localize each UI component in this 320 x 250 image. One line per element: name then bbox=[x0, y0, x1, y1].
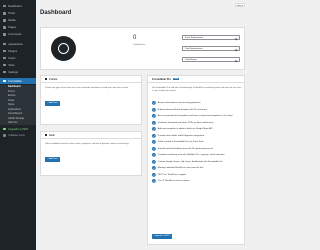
forms-card: Forms Create any type of form from one o… bbox=[40, 75, 142, 125]
media-icon bbox=[3, 19, 6, 22]
sidebar-subitem-add-ons[interactable]: Add-Ons bbox=[0, 120, 36, 125]
check-circle-icon bbox=[152, 140, 156, 145]
pro-feature-text: Smooth and fast-loading forms with Pro p… bbox=[157, 147, 214, 150]
check-circle-icon bbox=[152, 172, 156, 177]
sidebar-item-pages[interactable]: Pages bbox=[0, 25, 36, 31]
sidebar-item-label: Formidable bbox=[8, 79, 22, 83]
sidebar-item-users[interactable]: Users bbox=[0, 55, 36, 61]
check-circle-icon bbox=[152, 120, 156, 125]
check-circle-icon bbox=[152, 133, 156, 138]
sidebar-item-label: Tools bbox=[8, 63, 15, 67]
sidebar-item-label: Media bbox=[8, 19, 16, 22]
stats-select-2[interactable]: Total Submissions bbox=[182, 46, 240, 51]
pro-feature-list: Accept subscriptions and recurring payme… bbox=[152, 100, 244, 185]
check-circle-icon bbox=[152, 179, 156, 184]
pro-card-intro: Get Formidable Pro and take full advanta… bbox=[152, 87, 242, 93]
collapse-menu-button[interactable]: Collapse menu bbox=[0, 133, 36, 138]
stats-card: 0 Total Entries Form Submissions Total S… bbox=[40, 27, 245, 70]
check-circle-icon bbox=[152, 107, 156, 112]
sidebar-item-label: Plugins bbox=[8, 49, 18, 53]
pro-feature-text: Manage unlimited WordPress sites from th… bbox=[157, 167, 204, 170]
pro-feature-text: Access premade form templates and some c… bbox=[157, 115, 233, 118]
pro-feature-text: Add auto-complete to address fields via … bbox=[157, 128, 213, 131]
check-circle-icon bbox=[152, 127, 156, 132]
pro-feature-text: Submit enhanced Form Samples with Pro an… bbox=[157, 108, 207, 111]
forms-card-header: Forms bbox=[41, 76, 141, 83]
check-circle-icon bbox=[152, 114, 156, 119]
sidebar-item-comments[interactable]: Comments bbox=[0, 32, 36, 38]
settings-icon bbox=[3, 70, 6, 74]
pro-feature-text: Premium form fields: add E-Signature int… bbox=[157, 134, 205, 137]
sidebar-item-label: Dashboard bbox=[8, 4, 22, 8]
sidebar-item-upgrade[interactable]: Upgrade to PRO bbox=[0, 126, 36, 132]
check-circle-icon bbox=[152, 101, 156, 106]
sidebar-item-label: Users bbox=[8, 56, 16, 60]
sidebar-item-label: Posts bbox=[8, 12, 16, 15]
formidable-icon bbox=[3, 79, 6, 83]
admin-sidebar: Dashboard Posts Media Pages Comments Appearan… bbox=[0, 0, 36, 250]
pro-card-header: Formidable Pro PRO bbox=[148, 76, 244, 83]
sidebar-item-dashboard[interactable]: Dashboard bbox=[0, 3, 36, 9]
stats-select-1[interactable]: Form Submissions bbox=[182, 35, 240, 40]
pro-feature-item: The #1 WordPress forms solution bbox=[152, 178, 244, 185]
pro-badge: PRO bbox=[173, 77, 179, 81]
hub-card-title: Hub bbox=[49, 133, 55, 137]
pro-feature-text: Complete marketing suite with HubSpot Pr… bbox=[157, 154, 225, 157]
pro-card: Formidable Pro PRO Get Formidable Pro an… bbox=[147, 75, 245, 245]
sidebar-item-posts[interactable]: Posts bbox=[0, 11, 36, 17]
page-title: Dashboard bbox=[40, 10, 72, 16]
pro-feature-text: Accept subscriptions and recurring payme… bbox=[157, 102, 201, 105]
check-circle-icon bbox=[152, 153, 156, 158]
forms-card-description: Create any type of form from one of our … bbox=[45, 87, 129, 89]
sidebar-item-plugins[interactable]: Plugins bbox=[0, 48, 36, 54]
help-tab[interactable]: Help ▾ bbox=[235, 3, 245, 7]
sidebar-item-label: Pages bbox=[8, 26, 16, 29]
collapse-label: Collapse menu bbox=[8, 134, 25, 137]
upgrade-to-pro-button[interactable]: Upgrade to PRO bbox=[152, 234, 173, 239]
hub-card: Hub Unlock additional tools for online s… bbox=[40, 131, 142, 176]
hub-icon bbox=[45, 133, 48, 137]
forms-icon bbox=[45, 77, 48, 81]
hub-card-description: Unlock additional tools for online sales… bbox=[45, 143, 130, 145]
pro-card-title: Formidable Pro bbox=[152, 77, 172, 81]
stats-number: 0 bbox=[133, 35, 137, 41]
check-circle-icon bbox=[152, 166, 156, 171]
sidebar-item-label: Upgrade to PRO bbox=[8, 127, 29, 131]
pro-feature-text: Distribute, download and share PDFs on f… bbox=[157, 121, 214, 124]
sidebar-item-settings[interactable]: Settings bbox=[0, 69, 36, 75]
pro-feature-text: 24/7 Pro+ WordPress support bbox=[157, 173, 187, 176]
pro-feature-text: Custom Google Gsuite: add charts, dashbo… bbox=[157, 160, 223, 163]
dashboard-icon bbox=[3, 4, 6, 8]
sidebar-item-tools[interactable]: Tools bbox=[0, 62, 36, 68]
tools-icon bbox=[3, 63, 6, 67]
add-new-form-button[interactable]: + Add New bbox=[45, 101, 60, 106]
users-icon bbox=[3, 56, 6, 60]
appearance-icon bbox=[3, 42, 6, 46]
formidable-logo-icon bbox=[51, 36, 76, 61]
sidebar-item-label: Comments bbox=[8, 33, 22, 36]
stats-caption: Total Entries bbox=[133, 44, 146, 46]
sidebar-item-label: Settings bbox=[8, 70, 19, 74]
forms-card-title: Forms bbox=[49, 77, 58, 81]
posts-icon bbox=[3, 12, 6, 15]
stats-select-3[interactable]: Total Entries bbox=[182, 57, 240, 62]
sidebar-item-label: Appearance bbox=[8, 42, 23, 46]
star-icon bbox=[3, 127, 6, 131]
pages-icon bbox=[3, 26, 6, 29]
check-circle-icon bbox=[152, 146, 156, 151]
comments-icon bbox=[3, 33, 6, 36]
collapse-icon bbox=[3, 134, 6, 137]
hub-card-header: Hub bbox=[41, 132, 141, 139]
plugins-icon bbox=[3, 49, 6, 53]
sidebar-item-appearance[interactable]: Appearance bbox=[0, 41, 36, 47]
pro-feature-text: Fields created in Formidable Pro are For… bbox=[157, 141, 204, 144]
pro-feature-text: The #1 WordPress forms solution bbox=[157, 180, 190, 183]
check-circle-icon bbox=[152, 159, 156, 164]
add-new-hub-button[interactable]: + Add New bbox=[45, 157, 60, 162]
sidebar-item-formidable[interactable]: Formidable bbox=[0, 78, 36, 84]
sidebar-item-media[interactable]: Media bbox=[0, 18, 36, 24]
